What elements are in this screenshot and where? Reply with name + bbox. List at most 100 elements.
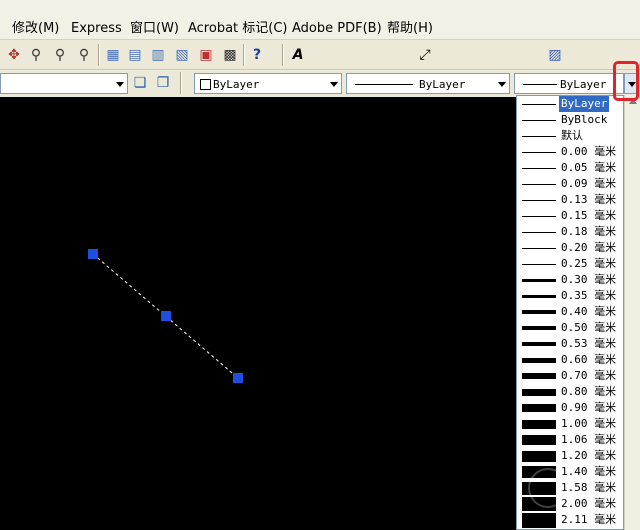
lineweight-option-label: 0.15 毫米 bbox=[561, 209, 617, 222]
callout-highlight bbox=[613, 61, 639, 101]
lineweight-option[interactable]: 0.70 毫米 bbox=[517, 368, 623, 384]
zoom-window-icon[interactable]: ⚲ bbox=[50, 45, 70, 65]
dim-style-icon[interactable]: ⤢ bbox=[415, 45, 435, 65]
linetype-combo[interactable]: ByLayer bbox=[346, 73, 510, 94]
lineweight-option[interactable]: 0.18 毫米 bbox=[517, 224, 623, 240]
lineweight-option[interactable]: 0.00 毫米 bbox=[517, 144, 623, 160]
lineweight-option[interactable]: 0.40 毫米 bbox=[517, 304, 623, 320]
tool-palettes-icon[interactable]: ▥ bbox=[148, 45, 168, 65]
pan-realtime-icon[interactable]: ✥ bbox=[4, 45, 24, 65]
lineweight-swatch bbox=[522, 451, 556, 462]
lineweight-swatch bbox=[522, 232, 556, 233]
grip-end[interactable] bbox=[233, 373, 243, 383]
lineweight-option[interactable]: 0.13 毫米 bbox=[517, 192, 623, 208]
menu-express[interactable]: Express bbox=[71, 21, 122, 37]
lineweight-swatch bbox=[522, 248, 556, 249]
lineweight-option[interactable]: 0.30 毫米 bbox=[517, 272, 623, 288]
lineweight-option-label: 0.05 毫米 bbox=[561, 161, 617, 174]
lineweight-option-label: 0.80 毫米 bbox=[561, 385, 617, 398]
lineweight-option[interactable]: 0.60 毫米 bbox=[517, 352, 623, 368]
help-icon[interactable]: ? bbox=[247, 45, 267, 65]
lineweight-swatch bbox=[522, 216, 556, 217]
lineweight-swatch bbox=[522, 295, 556, 298]
lineweight-option-label: 0.40 毫米 bbox=[561, 305, 617, 318]
lineweight-swatch bbox=[522, 435, 556, 445]
design-center-icon[interactable]: ▤ bbox=[125, 45, 145, 65]
lineweight-option[interactable]: 0.90 毫米 bbox=[517, 400, 623, 416]
lineweight-option[interactable]: 1.00 毫米 bbox=[517, 416, 623, 432]
lineweight-option[interactable]: ByBlock bbox=[517, 112, 623, 128]
lineweight-swatch bbox=[522, 310, 556, 314]
lineweight-swatch bbox=[522, 184, 556, 185]
lineweight-dropdown-list[interactable]: ByLayer ByBlock 默认 0.00 毫米 0.05 毫米 0.09 毫米 0.1… bbox=[516, 95, 624, 530]
lineweight-swatch bbox=[522, 404, 556, 412]
menu-window[interactable]: 窗口(W) bbox=[130, 21, 179, 37]
menu-modify[interactable]: 修改(M) bbox=[12, 21, 59, 37]
table-style-icon[interactable]: ▨ bbox=[545, 45, 565, 65]
lineweight-option[interactable]: 0.25 毫米 bbox=[517, 256, 623, 272]
lineweight-option[interactable]: 0.53 毫米 bbox=[517, 336, 623, 352]
lineweight-option[interactable]: 1.06 毫米 bbox=[517, 432, 623, 448]
menu-acrobat-markup[interactable]: Acrobat 标记(C) bbox=[188, 21, 288, 37]
lineweight-option-label: 0.18 毫米 bbox=[561, 225, 617, 238]
lineweight-swatch bbox=[522, 104, 556, 105]
lineweight-swatch bbox=[522, 373, 556, 379]
grip-midpoint[interactable] bbox=[161, 311, 171, 321]
lineweight-option[interactable]: 1.20 毫米 bbox=[517, 448, 623, 464]
drawing-canvas[interactable] bbox=[0, 97, 516, 530]
lineweight-swatch bbox=[522, 389, 556, 396]
lineweight-option[interactable]: 0.80 毫米 bbox=[517, 384, 623, 400]
grip-start[interactable] bbox=[88, 249, 98, 259]
chevron-down-icon bbox=[116, 81, 124, 87]
lineweight-option[interactable]: 0.05 毫米 bbox=[517, 160, 623, 176]
lineweight-option-label: 1.20 毫米 bbox=[561, 449, 617, 462]
dropdown-scrollbar[interactable] bbox=[624, 95, 640, 530]
lineweight-option-label: 0.00 毫米 bbox=[561, 145, 617, 158]
zoom-realtime-icon[interactable]: ⚲ bbox=[26, 45, 46, 65]
markup-set-icon[interactable]: ▣ bbox=[196, 45, 216, 65]
lineweight-swatch bbox=[522, 513, 556, 528]
drawing-svg bbox=[88, 249, 243, 383]
lineweight-option-label: 0.13 毫米 bbox=[561, 193, 617, 206]
lineweight-swatch bbox=[522, 326, 556, 330]
lineweight-swatch bbox=[522, 200, 556, 201]
lineweight-option[interactable]: ByLayer bbox=[517, 96, 623, 113]
lineweight-swatch bbox=[522, 279, 556, 282]
color-value: ByLayer bbox=[213, 78, 260, 91]
menu-help[interactable]: 帮助(H) bbox=[387, 21, 433, 37]
color-combo[interactable]: ByLayer bbox=[194, 73, 342, 94]
lineweight-option[interactable]: 默认 bbox=[517, 128, 623, 144]
lineweight-option-label: 2.11 毫米 bbox=[561, 513, 617, 526]
lineweight-option[interactable]: 2.11 毫米 bbox=[517, 512, 623, 528]
lineweight-option[interactable]: 0.35 毫米 bbox=[517, 288, 623, 304]
lineweight-swatch bbox=[522, 264, 556, 265]
properties-icon[interactable]: ▦ bbox=[103, 45, 123, 65]
text-style-icon[interactable]: A bbox=[288, 45, 308, 65]
lineweight-option-label: 0.50 毫米 bbox=[561, 321, 617, 334]
lineweight-option-label: 0.35 毫米 bbox=[561, 289, 617, 302]
zoom-previous-icon[interactable]: ⚲ bbox=[74, 45, 94, 65]
lineweight-option[interactable]: 0.09 毫米 bbox=[517, 176, 623, 192]
lineweight-option-label: 0.20 毫米 bbox=[561, 241, 617, 254]
lineweight-option-label: 0.25 毫米 bbox=[561, 257, 617, 270]
calculator-icon[interactable]: ▩ bbox=[220, 45, 240, 65]
menu-adobe-pdf[interactable]: Adobe PDF(B) bbox=[292, 21, 382, 37]
lineweight-combo[interactable]: ByLayer bbox=[514, 73, 624, 94]
standard-toolbar: ✥ ⚲ ⚲ ⚲ ▦ ▤ ▥ ▧ ▣ ▩ ? A ⤢ ▨ bbox=[0, 40, 640, 105]
lineweight-option-label: 0.70 毫米 bbox=[561, 369, 617, 382]
lineweight-option-label: 0.60 毫米 bbox=[561, 353, 617, 366]
lineweight-value: ByLayer bbox=[560, 78, 607, 91]
lineweight-swatch bbox=[522, 120, 556, 121]
layer-manager-icon[interactable]: ❏ bbox=[130, 73, 150, 93]
layer-combo[interactable] bbox=[0, 73, 128, 94]
lineweight-option-label: 默认 bbox=[561, 129, 583, 142]
layer-previous-icon[interactable]: ❐ bbox=[153, 73, 173, 93]
lineweight-swatch bbox=[522, 136, 556, 137]
lineweight-option[interactable]: 0.20 毫米 bbox=[517, 240, 623, 256]
lineweight-option-label: 1.06 毫米 bbox=[561, 433, 617, 446]
lineweight-option-label: 1.58 毫米 bbox=[561, 481, 617, 494]
lineweight-option[interactable]: 0.50 毫米 bbox=[517, 320, 623, 336]
lineweight-option-label: 1.00 毫米 bbox=[561, 417, 617, 430]
sheet-set-icon[interactable]: ▧ bbox=[172, 45, 192, 65]
lineweight-option[interactable]: 0.15 毫米 bbox=[517, 208, 623, 224]
